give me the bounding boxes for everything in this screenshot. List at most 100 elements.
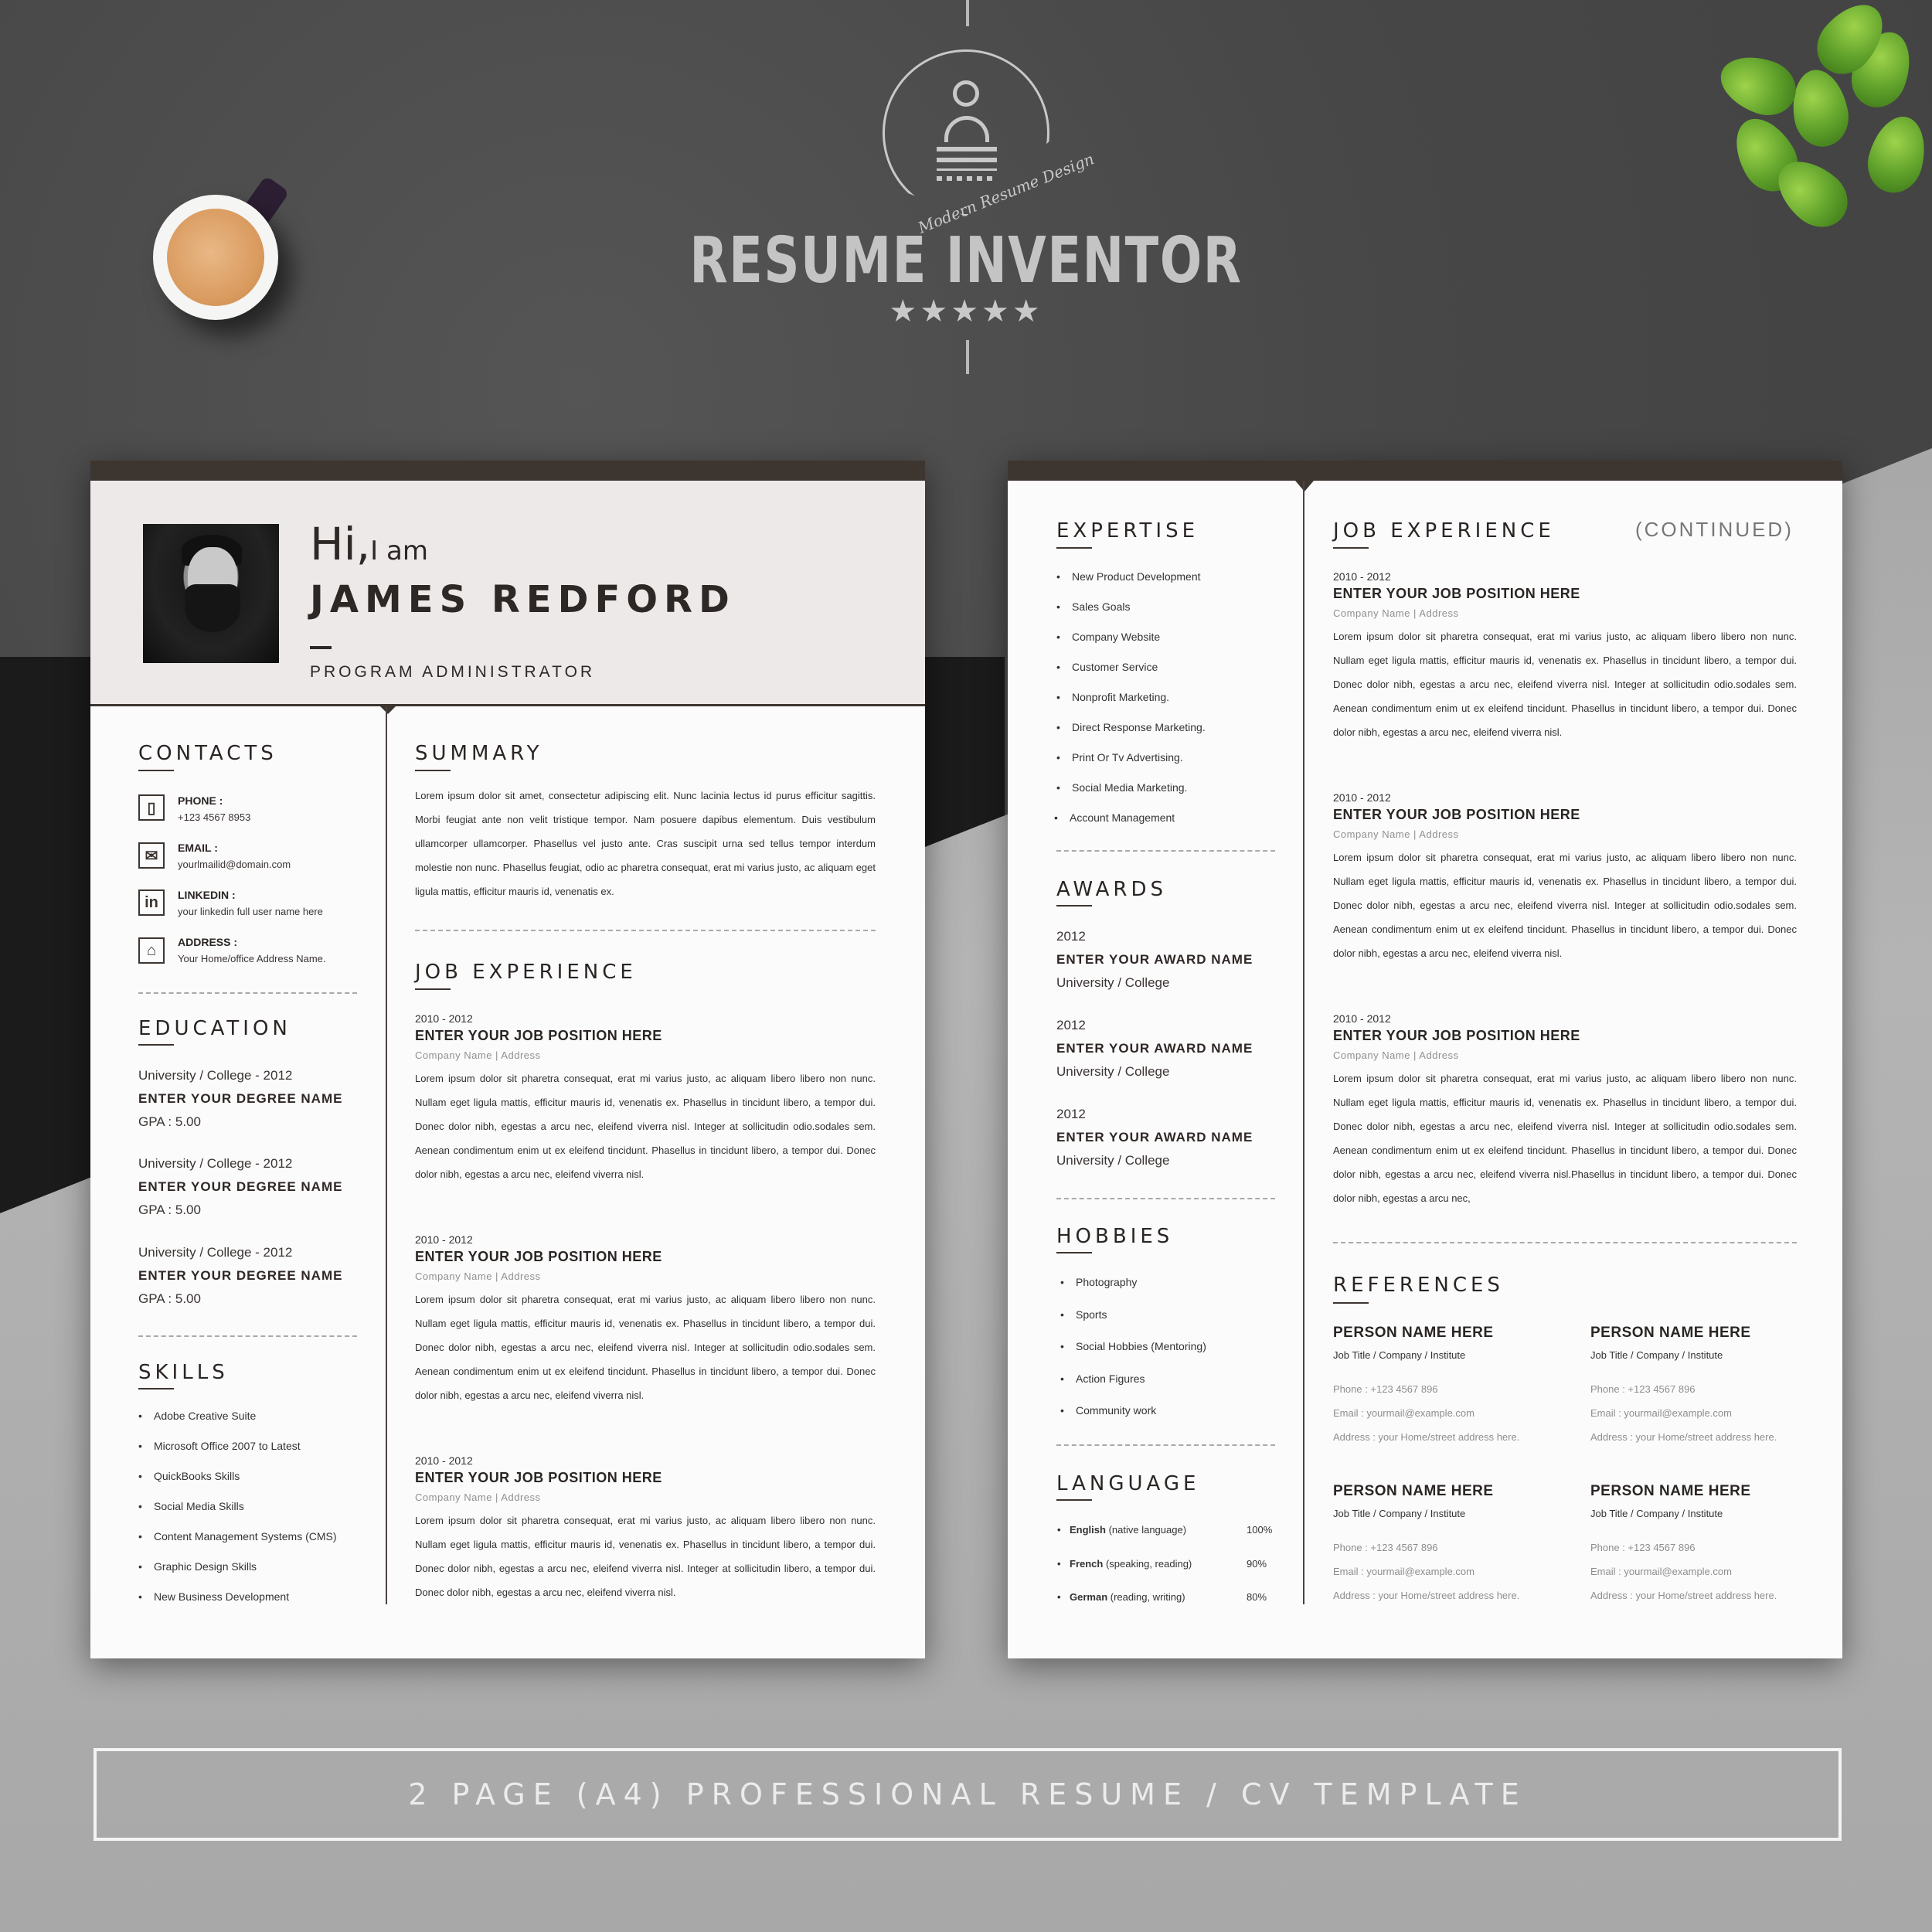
- skill-item: QuickBooks Skills: [138, 1470, 240, 1482]
- section-title-education: EDUCATION: [138, 1017, 291, 1040]
- contact-value-phone[interactable]: +123 4567 8953: [178, 811, 250, 823]
- reference-email[interactable]: Email : yourmail@example.com: [1333, 1566, 1475, 1577]
- section-title-references: REFERENCES: [1333, 1274, 1504, 1297]
- language-note: (native language): [1108, 1524, 1187, 1536]
- education-gpa: GPA : 5.00: [138, 1114, 201, 1129]
- greeting-hi: Hi,: [310, 518, 371, 570]
- contact-label-address: ADDRESS :: [178, 936, 238, 948]
- section-divider: [1056, 1198, 1275, 1199]
- candidate-name: JAMES REDFORD: [310, 578, 736, 621]
- star-rating-icon: ★★★★★: [889, 294, 1043, 328]
- section-title-job-experience: JOB EXPERIENCE: [415, 961, 637, 984]
- contact-value-email[interactable]: yourlmailid@domain.com: [178, 859, 291, 870]
- skill-item: Social Media Skills: [138, 1500, 244, 1512]
- job-position: ENTER YOUR JOB POSITION HERE: [1333, 586, 1580, 601]
- job-dates: 2010 - 2012: [415, 1454, 473, 1467]
- header-notch: [1295, 481, 1314, 492]
- job-description: Lorem ipsum dolor sit pharetra consequat…: [1333, 631, 1797, 738]
- job-dates: 2010 - 2012: [1333, 570, 1391, 583]
- reference-title: Job Title / Company / Institute: [1590, 1508, 1723, 1519]
- logo-dots: [937, 176, 997, 181]
- expertise-item: Nonprofit Marketing.: [1056, 691, 1169, 703]
- expertise-item: Print Or Tv Advertising.: [1056, 751, 1183, 764]
- leaf: [1713, 46, 1804, 124]
- reference-address: Address : your Home/street address here.: [1590, 1590, 1777, 1601]
- divider-line: [966, 340, 969, 374]
- job-company: Company Name | Address: [1333, 828, 1459, 840]
- job-description: Lorem ipsum dolor sit pharetra consequat…: [415, 1515, 876, 1598]
- language-item: English (native language): [1057, 1524, 1187, 1536]
- award-name: ENTER YOUR AWARD NAME: [1056, 1041, 1253, 1056]
- reference-phone: Phone : +123 4567 896: [1333, 1542, 1438, 1553]
- contact-label-email: EMAIL :: [178, 842, 218, 854]
- education-gpa: GPA : 5.00: [138, 1291, 201, 1306]
- language-item: German (reading, writing): [1057, 1591, 1185, 1603]
- reference-address: Address : your Home/street address here.: [1333, 1431, 1520, 1443]
- job-description: Lorem ipsum dolor sit pharetra consequat…: [415, 1294, 876, 1401]
- greeting-iam: I am: [370, 536, 428, 566]
- skill-item: Microsoft Office 2007 to Latest: [138, 1440, 301, 1452]
- section-rule: [1056, 547, 1092, 549]
- expertise-item: Customer Service: [1056, 661, 1158, 673]
- award-name: ENTER YOUR AWARD NAME: [1056, 952, 1253, 967]
- header-notch: [379, 705, 397, 714]
- phone-icon: ▯: [138, 794, 165, 821]
- section-rule: [1056, 1252, 1092, 1253]
- job-position: ENTER YOUR JOB POSITION HERE: [1333, 1028, 1580, 1043]
- section-rule: [1056, 1499, 1092, 1501]
- reference-email[interactable]: Email : yourmail@example.com: [1333, 1407, 1475, 1419]
- skill-item: Graphic Design Skills: [138, 1560, 257, 1573]
- job-company: Company Name | Address: [415, 1049, 541, 1061]
- page-topbar: [90, 461, 925, 481]
- language-note: (reading, writing): [1110, 1591, 1185, 1603]
- logo-person-icon: [953, 80, 979, 107]
- reference-title: Job Title / Company / Institute: [1590, 1349, 1723, 1361]
- section-divider: [1056, 1444, 1275, 1446]
- leaf: [1786, 65, 1854, 151]
- section-title-language: LANGUAGE: [1056, 1472, 1200, 1495]
- logo-bar: [937, 158, 997, 162]
- award-org: University / College: [1056, 1153, 1170, 1168]
- language-item: French (speaking, reading): [1057, 1558, 1192, 1570]
- section-rule: [138, 770, 174, 771]
- job-dates: 2010 - 2012: [415, 1012, 473, 1025]
- resume-page-2: EXPERTISE New Product Development Sales …: [1008, 461, 1842, 1658]
- job-dates: 2010 - 2012: [1333, 791, 1391, 804]
- contact-value-address: Your Home/office Address Name.: [178, 953, 326, 964]
- skill-item: Adobe Creative Suite: [138, 1410, 256, 1422]
- template-banner: 2 PAGE (A4) PROFESSIONAL RESUME / CV TEM…: [94, 1748, 1842, 1841]
- coffee-liquid: [167, 209, 264, 306]
- section-rule: [1333, 547, 1369, 549]
- education-degree: ENTER YOUR DEGREE NAME: [138, 1179, 343, 1194]
- job-company: Company Name | Address: [415, 1492, 541, 1503]
- photo-beard: [185, 584, 240, 632]
- hobby-item: Sports: [1060, 1308, 1107, 1321]
- language-name: German: [1070, 1591, 1108, 1603]
- contact-label-linkedin: LINKEDIN :: [178, 889, 236, 901]
- contact-value-linkedin[interactable]: your linkedin full user name here: [178, 906, 323, 917]
- award-name: ENTER YOUR AWARD NAME: [1056, 1130, 1253, 1145]
- hobby-item: Social Hobbies (Mentoring): [1060, 1340, 1206, 1352]
- reference-name: PERSON NAME HERE: [1333, 1325, 1494, 1341]
- reference-email[interactable]: Email : yourmail@example.com: [1590, 1566, 1732, 1577]
- job-position: ENTER YOUR JOB POSITION HERE: [415, 1249, 662, 1264]
- section-divider: [1056, 850, 1275, 852]
- job-description: Lorem ipsum dolor sit pharetra consequat…: [1333, 1073, 1797, 1204]
- section-title-expertise: EXPERTISE: [1056, 519, 1199, 543]
- expertise-item: Company Website: [1056, 631, 1160, 643]
- language-name: English: [1070, 1524, 1106, 1536]
- greeting: Hi,I am: [310, 518, 428, 570]
- section-divider: [138, 1335, 357, 1337]
- skill-item: Content Management Systems (CMS): [138, 1530, 336, 1543]
- job-dates: 2010 - 2012: [1333, 1012, 1391, 1025]
- reference-title: Job Title / Company / Institute: [1333, 1349, 1466, 1361]
- reference-title: Job Title / Company / Institute: [1333, 1508, 1466, 1519]
- reference-phone: Phone : +123 4567 896: [1590, 1383, 1696, 1395]
- skill-item: New Business Development: [138, 1590, 289, 1603]
- reference-email[interactable]: Email : yourmail@example.com: [1590, 1407, 1732, 1419]
- resume-page-1: Hi,I am JAMES REDFORD PROGRAM ADMINISTRA…: [90, 461, 925, 1658]
- section-title-awards: AWARDS: [1056, 878, 1168, 901]
- expertise-item: New Product Development: [1056, 570, 1200, 583]
- section-rule: [138, 1044, 174, 1046]
- hobby-item: Photography: [1060, 1276, 1138, 1288]
